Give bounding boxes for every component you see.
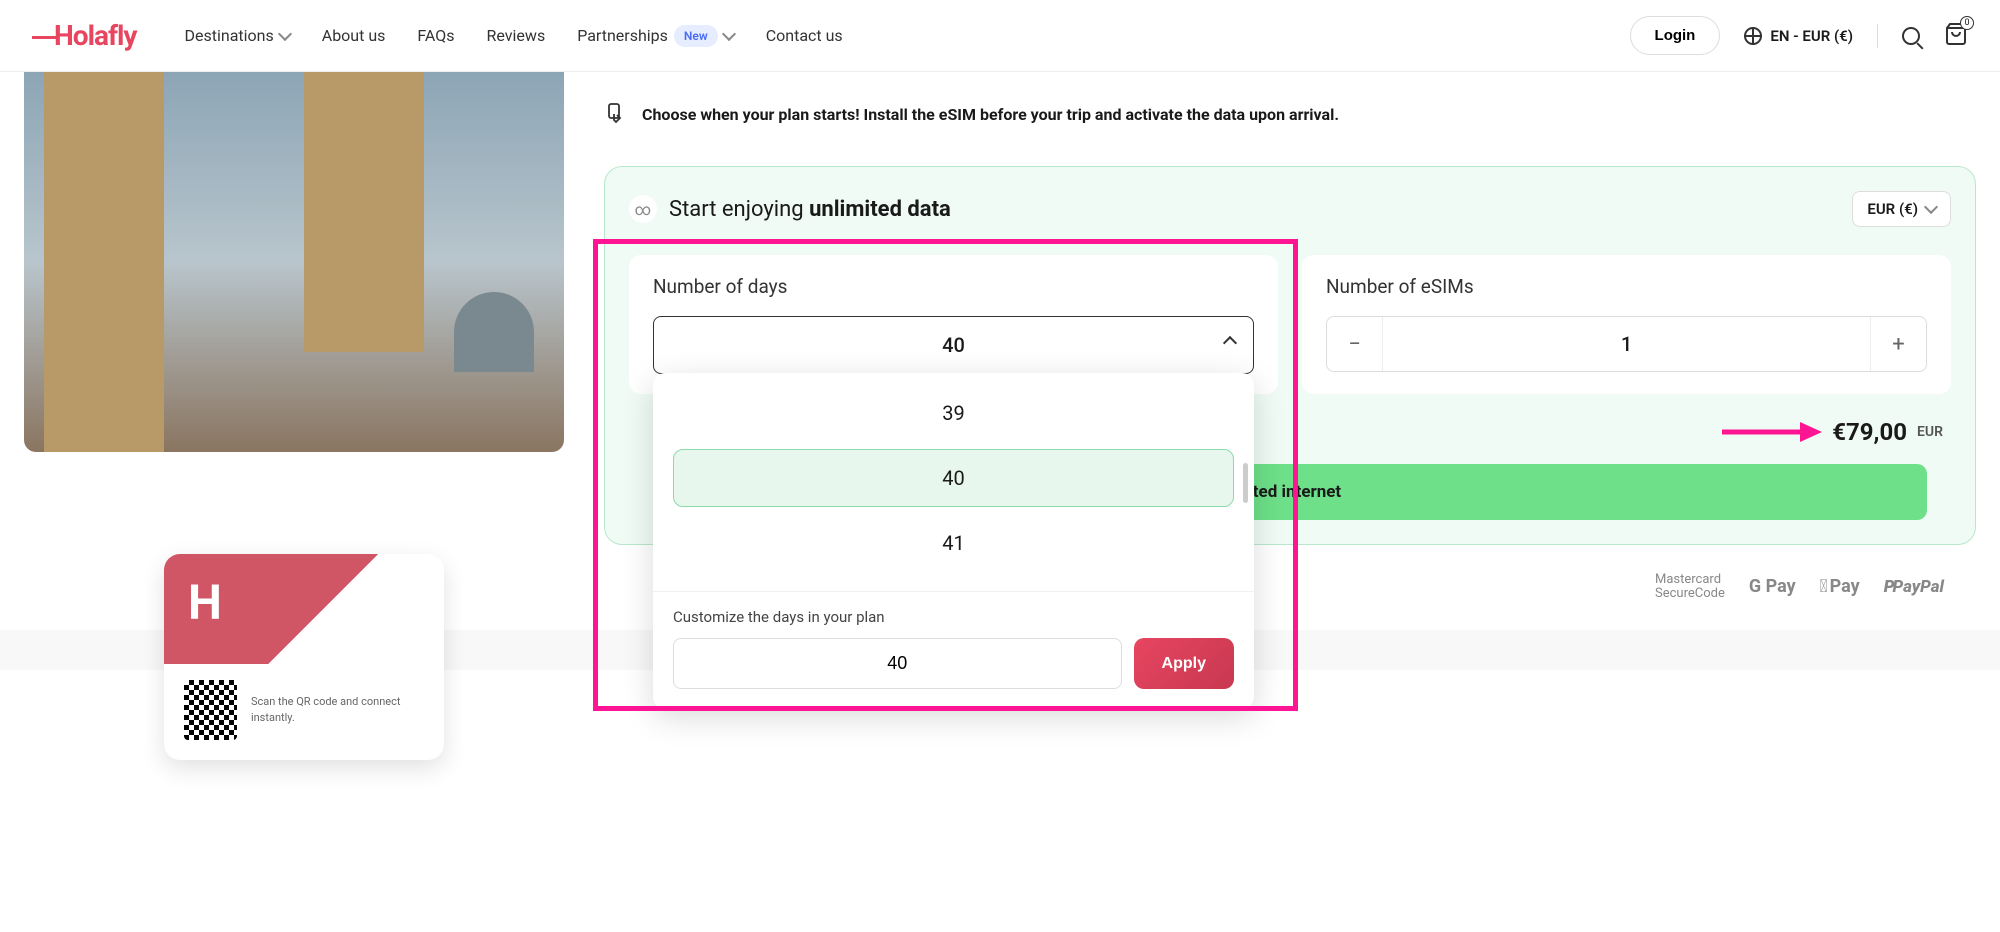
qr-code-icon <box>184 680 237 740</box>
chevron-up-icon <box>1223 336 1237 350</box>
google-pay-logo: G Pay <box>1749 577 1796 597</box>
nav-reviews[interactable]: Reviews <box>487 26 546 45</box>
header: Holafly Destinations About us FAQs Revie… <box>0 0 2000 72</box>
dropdown-options[interactable]: 39 40 41 <box>653 373 1254 591</box>
card-body: Scan the QR code and connect instantly. <box>164 664 444 760</box>
logo[interactable]: Holafly <box>32 19 137 52</box>
esim-quantity: 1 <box>1383 332 1870 356</box>
increment-button[interactable]: + <box>1870 317 1926 371</box>
card-header: H <box>164 554 444 664</box>
days-option-40[interactable]: 40 <box>673 449 1234 507</box>
price-value: €79,00 <box>1832 418 1907 446</box>
nav-destinations-label: Destinations <box>185 26 274 45</box>
paypal-logo: PPayPal <box>1884 578 1944 597</box>
chevron-down-icon <box>1924 200 1938 214</box>
infinity-icon: ∞ <box>629 195 657 223</box>
nav-faqs[interactable]: FAQs <box>417 26 454 45</box>
globe-icon <box>1744 27 1762 45</box>
config-header: ∞ Start enjoying unlimited data EUR (€) <box>629 191 1951 227</box>
new-badge: New <box>674 25 718 47</box>
custom-days-input[interactable] <box>673 638 1122 689</box>
activation-hint: Choose when your plan starts! Install th… <box>604 102 1976 126</box>
tap-icon <box>604 102 628 126</box>
cart-button[interactable]: 0 <box>1944 22 1968 50</box>
header-right: Login EN - EUR (€) 0 <box>1630 16 1968 55</box>
cart-count-badge: 0 <box>1960 16 1974 30</box>
brand-h-icon: H <box>188 574 222 631</box>
days-label: Number of days <box>653 275 1254 298</box>
chevron-down-icon <box>278 26 292 40</box>
divider <box>1877 24 1878 48</box>
custom-days-label: Customize the days in your plan <box>673 608 1234 626</box>
plan-title: ∞ Start enjoying unlimited data <box>629 195 951 223</box>
days-value: 40 <box>942 333 965 357</box>
custom-days-section: Customize the days in your plan Apply <box>653 591 1254 709</box>
config-column: Choose when your plan starts! Install th… <box>604 72 1976 630</box>
nav-contact[interactable]: Contact us <box>766 26 843 45</box>
search-icon[interactable] <box>1902 27 1920 45</box>
apple-pay-logo: Pay <box>1820 577 1860 597</box>
plan-configurator: ∞ Start enjoying unlimited data EUR (€) … <box>604 166 1976 545</box>
chevron-down-icon <box>722 26 736 40</box>
main-nav: Destinations About us FAQs Reviews Partn… <box>185 25 1630 47</box>
esims-label: Number of eSIMs <box>1326 275 1927 298</box>
esims-field: Number of eSIMs − 1 + <box>1302 255 1951 394</box>
mastercard-securecode-logo: MastercardSecureCode <box>1655 573 1725 602</box>
nav-partnerships[interactable]: Partnerships New <box>577 25 734 47</box>
nav-about[interactable]: About us <box>322 26 386 45</box>
destination-image <box>24 72 564 452</box>
language-label: EN - EUR (€) <box>1770 27 1853 45</box>
decrement-button[interactable]: − <box>1327 317 1383 371</box>
login-button[interactable]: Login <box>1630 16 1721 55</box>
nav-destinations[interactable]: Destinations <box>185 26 290 45</box>
days-option-41[interactable]: 41 <box>673 515 1234 571</box>
days-field: Number of days 40 39 40 41 <box>629 255 1278 394</box>
plan-title-prefix: Start enjoying <box>669 197 809 222</box>
days-option-39[interactable]: 39 <box>673 385 1234 441</box>
days-dropdown: 39 40 41 Customize the days in your plan… <box>653 373 1254 709</box>
price-currency: EUR <box>1917 424 1943 440</box>
custom-days-row: Apply <box>673 638 1234 689</box>
plan-title-unlimited: unlimited data <box>809 197 951 222</box>
esim-stepper: − 1 + <box>1326 316 1927 372</box>
main-content: H Scan the QR code and connect instantly… <box>0 72 2000 630</box>
days-select[interactable]: 40 <box>653 316 1254 374</box>
language-selector[interactable]: EN - EUR (€) <box>1744 27 1853 45</box>
esim-card: H Scan the QR code and connect instantly… <box>164 554 444 760</box>
nav-partnerships-label: Partnerships <box>577 26 668 45</box>
scrollbar[interactable] <box>1243 463 1248 503</box>
hero-column: H Scan the QR code and connect instantly… <box>24 72 564 630</box>
arrow-annotation-icon <box>1722 420 1822 444</box>
qr-instruction: Scan the QR code and connect instantly. <box>251 694 424 725</box>
currency-selector[interactable]: EUR (€) <box>1852 191 1951 227</box>
activation-text: Choose when your plan starts! Install th… <box>642 105 1339 124</box>
fields-row: Number of days 40 39 40 41 <box>629 255 1951 394</box>
apply-button[interactable]: Apply <box>1134 638 1234 689</box>
currency-label: EUR (€) <box>1867 200 1918 218</box>
